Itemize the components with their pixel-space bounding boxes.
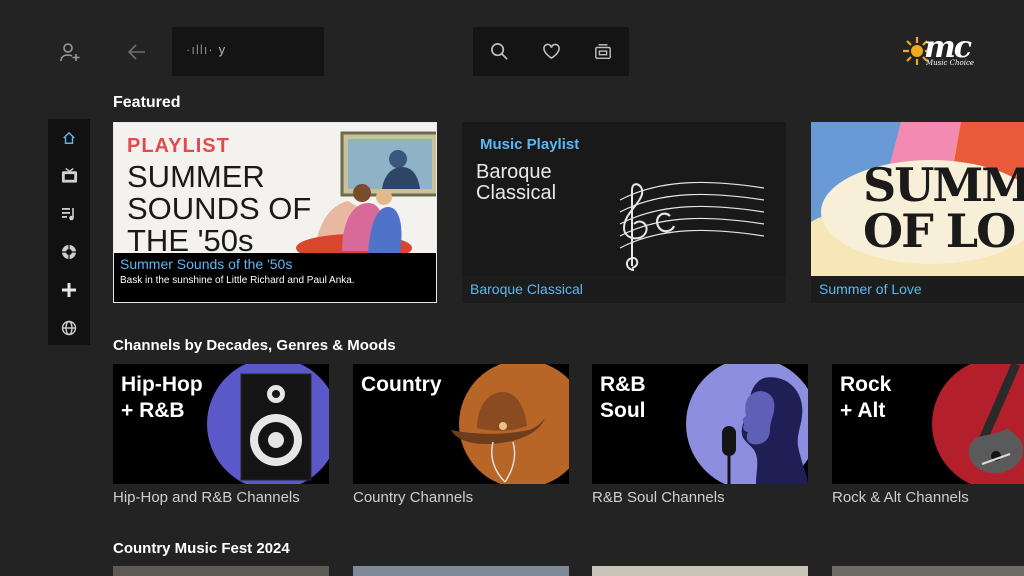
playlist-icon	[62, 208, 74, 221]
genre-caption: Country Channels	[353, 489, 474, 506]
card-caption: Summer of Love	[819, 281, 922, 297]
music-staff-icon	[619, 181, 765, 271]
genre-card-country[interactable]: Country	[353, 364, 569, 484]
music-choice-logo: mc Music Choice	[902, 30, 1002, 68]
card-artwork: PLAYLIST SUMMER SOUNDS OF THE '50s	[114, 123, 436, 257]
search-input[interactable]: ·ıllı· y	[172, 27, 324, 76]
card-description: Bask in the sunshine of Little Richard a…	[120, 275, 355, 286]
search-button[interactable]	[473, 27, 525, 76]
nav-add[interactable]	[48, 271, 90, 309]
nav-global[interactable]	[48, 309, 90, 347]
genre-card-rock-alt[interactable]: Rock + Alt	[832, 364, 1024, 484]
tv-icon	[595, 43, 611, 59]
genre-card-rnb-soul[interactable]: R&B Soul	[592, 364, 808, 484]
plus-icon	[62, 283, 76, 297]
genre-label: Hip-Hop + R&B	[121, 373, 203, 422]
card-caption-panel: Summer Sounds of the '50s Bask in the su…	[114, 253, 436, 302]
fest-card[interactable]	[832, 566, 1024, 576]
add-user-button[interactable]	[50, 27, 90, 76]
genres-section-title: Channels by Decades, Genres & Moods	[113, 337, 396, 354]
fest-card[interactable]	[353, 566, 569, 576]
genre-caption: R&B Soul Channels	[592, 489, 725, 506]
aperture-icon	[62, 245, 76, 259]
card-caption: Baroque Classical	[470, 281, 583, 297]
card-caption-panel: Baroque Classical	[462, 276, 786, 303]
logo-subtitle: Music Choice	[926, 59, 975, 67]
card-headline: SUMMER SOUNDS OF THE '50s	[127, 159, 312, 258]
card-badge: Music Playlist	[480, 136, 580, 153]
search-query: y	[218, 42, 227, 57]
featured-card-summer-50s[interactable]: PLAYLIST SUMMER SOUNDS OF THE '50s Summe…	[113, 122, 437, 303]
genre-caption: Rock & Alt Channels	[832, 489, 969, 506]
back-button[interactable]	[118, 27, 156, 76]
genre-label: Country	[361, 373, 442, 396]
fest-card[interactable]	[113, 566, 329, 576]
card-caption-panel: Summer of Love	[811, 276, 1024, 303]
tv-icon	[61, 168, 77, 183]
search-icon	[490, 43, 508, 60]
card-headline: Baroque Classical	[476, 161, 557, 204]
favorites-button[interactable]	[525, 27, 577, 76]
card-badge: PLAYLIST	[127, 135, 230, 157]
home-icon	[63, 131, 75, 144]
nav-home[interactable]	[48, 119, 90, 157]
country-fest-section-title: Country Music Fest 2024	[113, 540, 290, 557]
voice-wave-icon: ·ıllı·	[186, 42, 214, 57]
globe-icon	[61, 320, 77, 336]
featured-card-baroque[interactable]: Music Playlist Baroque Classical Baroque…	[462, 122, 786, 303]
tv-guide-button[interactable]	[577, 27, 629, 76]
genre-label: R&B Soul	[600, 373, 646, 422]
nav-explore[interactable]	[48, 233, 90, 271]
back-arrow-icon	[127, 43, 145, 60]
side-navigation	[48, 119, 90, 345]
featured-section-title: Featured	[113, 94, 181, 111]
heart-icon	[542, 43, 560, 60]
nav-tv[interactable]	[48, 157, 90, 195]
add-user-icon	[60, 42, 80, 61]
top-action-bar	[473, 27, 629, 76]
card-headline: SUMMER OF LO	[863, 158, 1024, 258]
genre-card-hiphop[interactable]: Hip-Hop + R&B	[113, 364, 329, 484]
card-caption: Summer Sounds of the '50s	[120, 256, 293, 272]
genre-label: Rock + Alt	[840, 373, 892, 422]
featured-card-summer-of-love[interactable]: SUMMER OF LO Summer of Love	[811, 122, 1024, 303]
nav-playlists[interactable]	[48, 195, 90, 233]
genre-caption: Hip-Hop and R&B Channels	[113, 489, 300, 506]
fest-card[interactable]	[592, 566, 808, 576]
